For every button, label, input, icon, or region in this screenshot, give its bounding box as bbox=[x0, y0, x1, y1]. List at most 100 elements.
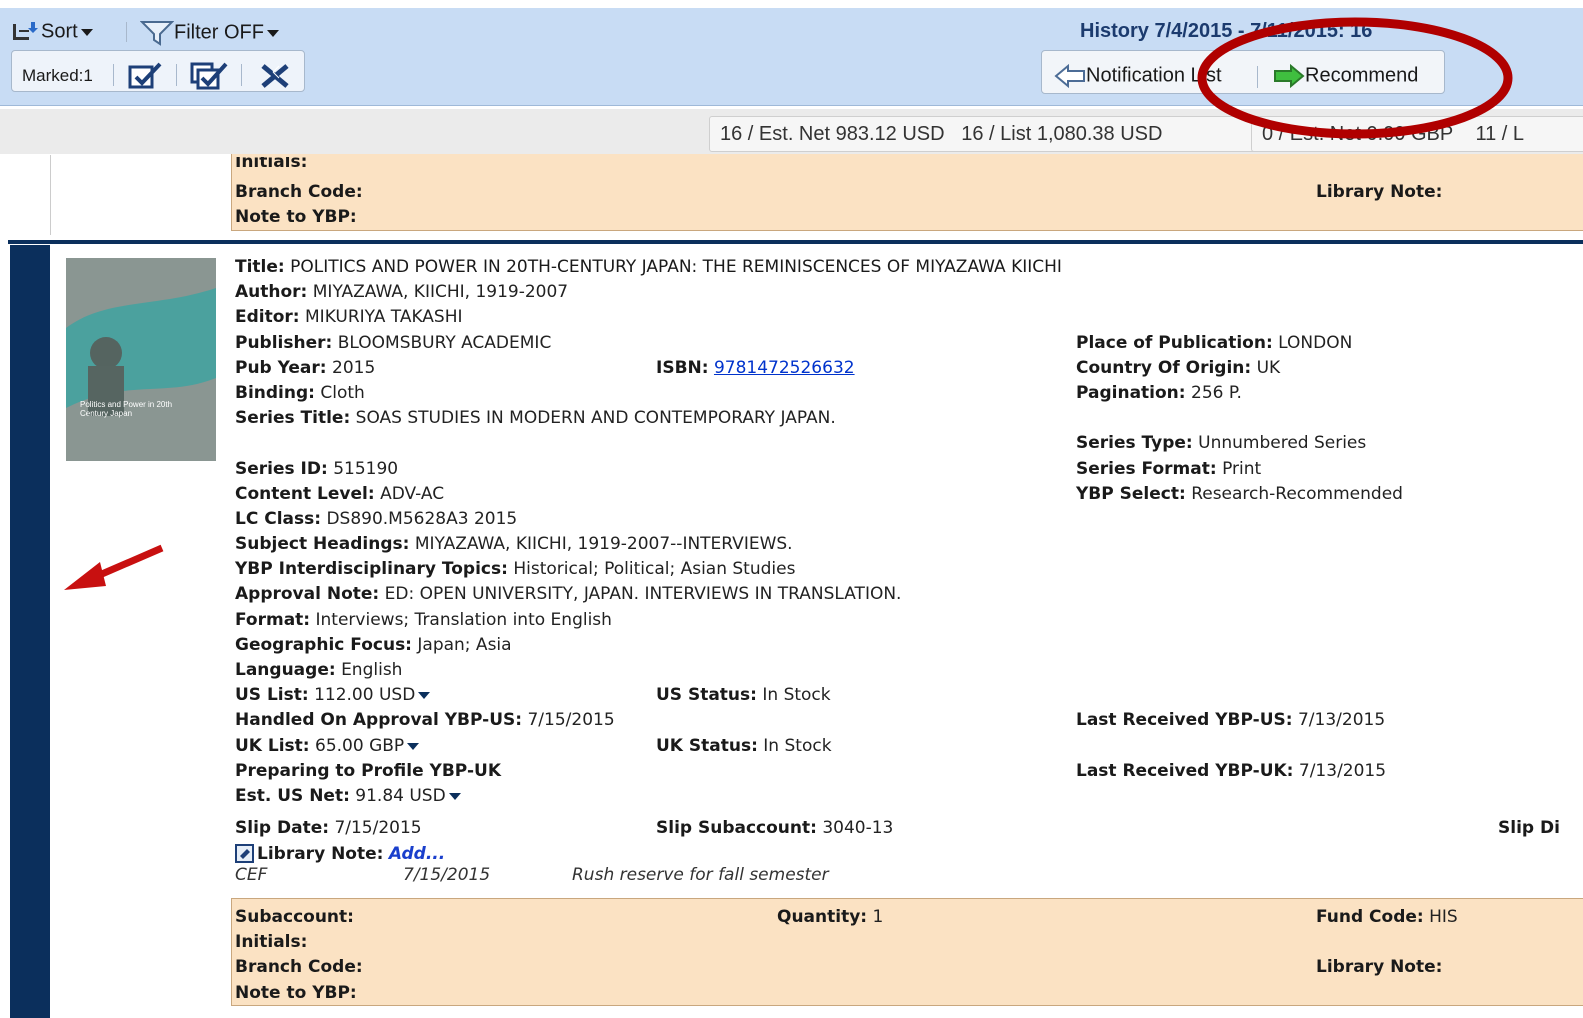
field-author: Author: MIYAZAWA, KIICHI, 1919-2007 bbox=[235, 282, 568, 302]
selected-record-bar[interactable] bbox=[10, 245, 50, 1018]
note-to-ybp-label[interactable]: Note to YBP: bbox=[235, 983, 357, 1003]
field-content-level: Content Level: ADV-AC bbox=[235, 484, 444, 504]
label: Series Format: bbox=[1076, 459, 1217, 479]
field-pub-year: Pub Year: 2015 bbox=[235, 358, 375, 378]
label: UK List: bbox=[235, 736, 310, 756]
label: Country Of Origin: bbox=[1076, 358, 1252, 378]
prev-note-to-ybp-label: Note to YBP: bbox=[235, 207, 357, 227]
series-id-value: 515190 bbox=[333, 459, 399, 479]
library-note-label[interactable]: Library Note: bbox=[1316, 957, 1442, 977]
label: Geographic Focus: bbox=[235, 635, 412, 655]
approval-note-value: ED: OPEN UNIVERSITY, JAPAN. INTERVIEWS I… bbox=[384, 584, 902, 604]
isbn-link[interactable]: 9781472526632 bbox=[714, 358, 855, 378]
label: Library Note: bbox=[257, 844, 384, 864]
note-date: 7/15/2015 bbox=[403, 865, 491, 885]
field-us-list[interactable]: US List: 112.00 USD bbox=[235, 685, 431, 705]
field-quantity[interactable]: Quantity: 1 bbox=[777, 907, 883, 927]
chevron-down-icon bbox=[267, 29, 279, 37]
filter-button[interactable]: Filter OFF bbox=[139, 20, 279, 46]
chevron-down-icon bbox=[80, 28, 93, 36]
series-type-value: Unnumbered Series bbox=[1198, 433, 1367, 453]
pub-year-value: 2015 bbox=[332, 358, 376, 378]
field-place: Place of Publication: LONDON bbox=[1076, 333, 1352, 353]
est-net-value: 91.84 USD bbox=[355, 786, 446, 806]
sort-label: Sort bbox=[41, 20, 78, 43]
branch-code-label[interactable]: Branch Code: bbox=[235, 957, 363, 977]
subject-value: MIYAZAWA, KIICHI, 1919-2007--INTERVIEWS. bbox=[414, 534, 793, 554]
label: Pub Year: bbox=[235, 358, 327, 378]
chevron-down-icon bbox=[418, 691, 431, 699]
mark-all-icon[interactable] bbox=[190, 61, 230, 91]
field-subject: Subject Headings: MIYAZAWA, KIICHI, 1919… bbox=[235, 534, 793, 554]
field-preparing: Preparing to Profile YBP-UK bbox=[235, 761, 501, 781]
divider bbox=[126, 22, 127, 42]
note-icon[interactable] bbox=[235, 844, 257, 864]
country-value: UK bbox=[1256, 358, 1281, 378]
field-format: Format: Interviews; Translation into Eng… bbox=[235, 610, 612, 630]
label: US List: bbox=[235, 685, 309, 705]
divider bbox=[50, 155, 51, 235]
lc-class-value: DS890.M5628A3 2015 bbox=[326, 509, 518, 529]
topics-value: Historical; Political; Asian Studies bbox=[513, 559, 796, 579]
usd-summary: 16 / Est. Net 983.12 USD 16 / List 1,080… bbox=[709, 116, 1257, 152]
place-value: LONDON bbox=[1278, 333, 1353, 353]
editor-value: MIKURIYA TAKASHI bbox=[305, 307, 463, 327]
mark-icon[interactable] bbox=[128, 61, 164, 91]
sort-icon bbox=[13, 22, 38, 40]
record-separator bbox=[8, 240, 1583, 244]
label: Content Level: bbox=[235, 484, 375, 504]
field-us-status: US Status: In Stock bbox=[656, 685, 831, 705]
prev-initials-label: Initials: bbox=[235, 157, 308, 169]
chevron-down-icon bbox=[407, 742, 420, 750]
fund-code-value: HIS bbox=[1429, 907, 1458, 927]
prev-library-note-label: Library Note: bbox=[1316, 182, 1443, 202]
prev-branch-code-label: Branch Code: bbox=[235, 182, 363, 202]
label: Handled On Approval YBP-US: bbox=[235, 710, 523, 730]
unmark-all-icon[interactable] bbox=[259, 62, 293, 90]
label: Place of Publication: bbox=[1076, 333, 1273, 353]
ybp-select-value: Research-Recommended bbox=[1191, 484, 1403, 504]
field-country: Country Of Origin: UK bbox=[1076, 358, 1280, 378]
arrow-left-icon bbox=[1054, 63, 1085, 89]
field-series-id: Series ID: 515190 bbox=[235, 459, 398, 479]
add-note-link[interactable]: Add... bbox=[389, 844, 445, 864]
label: Last Received YBP-UK: bbox=[1076, 761, 1294, 781]
field-fund-code[interactable]: Fund Code: HIS bbox=[1316, 907, 1458, 927]
label: ISBN: bbox=[656, 358, 709, 378]
usd-net-total: 16 / Est. Net 983.12 USD bbox=[720, 123, 945, 145]
usd-list-total: 16 / List 1,080.38 USD bbox=[961, 123, 1163, 145]
sort-button[interactable]: Sort bbox=[11, 20, 93, 44]
book-cover-art bbox=[66, 258, 216, 461]
field-topics: YBP Interdisciplinary Topics: Historical… bbox=[235, 559, 795, 579]
field-est-net[interactable]: Est. US Net: 91.84 USD bbox=[235, 786, 461, 806]
field-slip-date: Slip Date: 7/15/2015 bbox=[235, 818, 422, 838]
label: Approval Note: bbox=[235, 584, 380, 604]
label: Last Received YBP-US: bbox=[1076, 710, 1293, 730]
initials-label[interactable]: Initials: bbox=[235, 932, 307, 952]
field-uk-status: UK Status: In Stock bbox=[656, 736, 832, 756]
field-series-title: Series Title: SOAS STUDIES IN MODERN AND… bbox=[235, 408, 836, 428]
label: Series Type: bbox=[1076, 433, 1193, 453]
label: LC Class: bbox=[235, 509, 322, 529]
filter-icon bbox=[139, 21, 175, 46]
field-ybp-select: YBP Select: Research-Recommended bbox=[1076, 484, 1403, 504]
subaccount-label[interactable]: Subaccount: bbox=[235, 907, 354, 927]
format-value: Interviews; Translation into English bbox=[315, 610, 612, 630]
field-language: Language: English bbox=[235, 660, 402, 680]
library-note-row: Library Note: Add... bbox=[235, 844, 445, 864]
red-arrow-annotation bbox=[64, 544, 164, 590]
book-cover-image[interactable]: Politics and Power in 20th Century Japan bbox=[66, 258, 216, 461]
field-uk-list[interactable]: UK List: 65.00 GBP bbox=[235, 736, 420, 756]
field-pagination: Pagination: 256 P. bbox=[1076, 383, 1242, 403]
field-slip-subaccount: Slip Subaccount: 3040-13 bbox=[656, 818, 893, 838]
language-value: English bbox=[341, 660, 403, 680]
label: Slip Date: bbox=[235, 818, 330, 838]
note-initials: CEF bbox=[235, 865, 268, 885]
series-title-value: SOAS STUDIES IN MODERN AND CONTEMPORARY … bbox=[355, 408, 836, 428]
content-level-value: ADV-AC bbox=[380, 484, 445, 504]
label: Series ID: bbox=[235, 459, 328, 479]
author-value: MIYAZAWA, KIICHI, 1919-2007 bbox=[312, 282, 569, 302]
label: US Status: bbox=[656, 685, 757, 705]
label: YBP Select: bbox=[1076, 484, 1186, 504]
slip-date-value: 7/15/2015 bbox=[334, 818, 422, 838]
